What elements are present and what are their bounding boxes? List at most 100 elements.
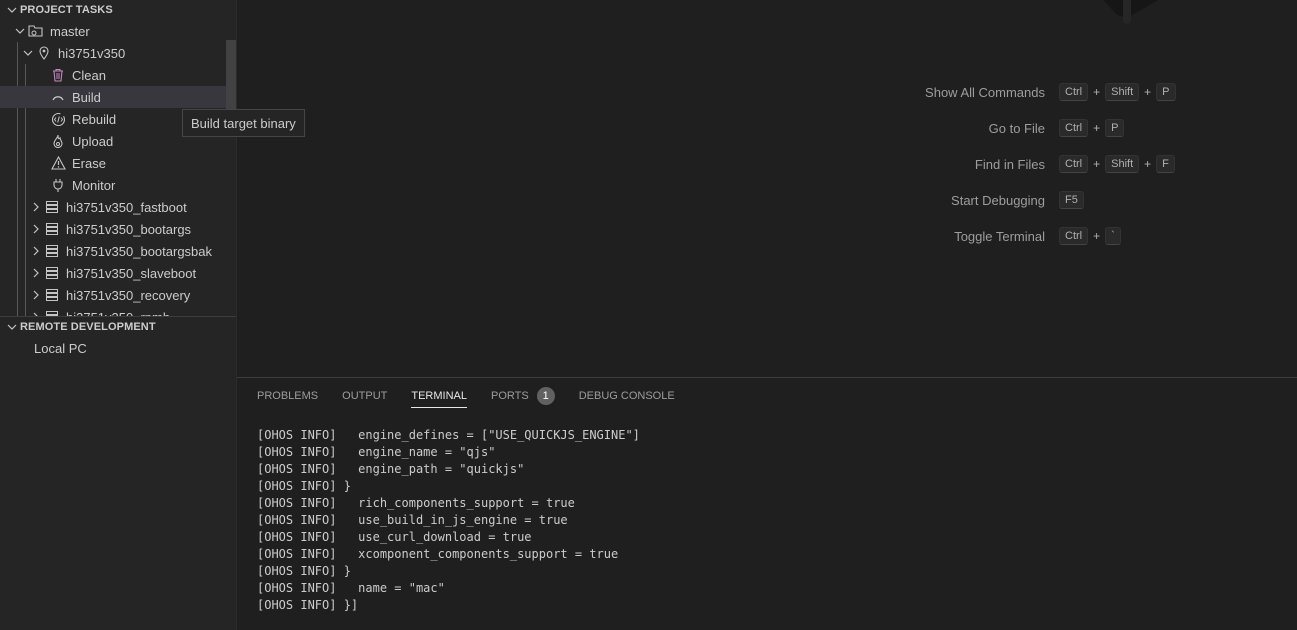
trash-icon: [50, 67, 66, 83]
section-title: PROJECT TASKS: [20, 4, 113, 16]
tooltip: Build target binary: [182, 109, 305, 137]
tab-label: PROBLEMS: [257, 390, 319, 402]
count-badge: 1: [536, 387, 555, 405]
task-erase[interactable]: Erase: [0, 152, 236, 174]
keycap: Ctrl: [1059, 155, 1089, 173]
shortcut-keys: F5: [1059, 191, 1084, 209]
chevron-right-icon[interactable]: [28, 240, 44, 262]
keycap: Ctrl: [1059, 119, 1089, 137]
plus-separator: +: [1093, 229, 1101, 243]
tree-item-partition[interactable]: hi3751v350_fastboot: [0, 196, 236, 218]
project-tasks-header[interactable]: PROJECT TASKS: [0, 0, 236, 20]
tab-label: PORTS: [491, 390, 529, 402]
tree-item-partition[interactable]: hi3751v350_recovery: [0, 284, 236, 306]
chevron-right-icon[interactable]: [28, 218, 44, 240]
tab-problems[interactable]: PROBLEMS: [257, 386, 318, 406]
editor-area: Show All Commands Ctrl + Shift + P Go to File C…: [237, 0, 1297, 377]
tree-item-board[interactable]: hi3751v350: [0, 42, 236, 64]
vscode-logo-watermark: [1103, 0, 1159, 24]
shortcut-label: Find in Files: [974, 156, 1045, 172]
keycap: `: [1105, 227, 1121, 245]
remote-development-header[interactable]: REMOTE DEVELOPMENT: [0, 317, 236, 337]
partition-table-icon: [44, 265, 60, 281]
section-title: REMOTE DEVELOPMENT: [20, 321, 156, 333]
sidebar: PROJECT TASKS master hi3751v350 Clean Bu…: [0, 0, 237, 630]
shortcut-keys: Ctrl + Shift + P: [1059, 83, 1176, 101]
shortcut-keys: Ctrl + P: [1059, 119, 1125, 137]
terminal-line: [OHOS INFO] engine_defines = ["USE_QUICK…: [257, 428, 640, 442]
shortcut-label: Go to File: [988, 120, 1045, 136]
terminal-line: [OHOS INFO] name = "mac": [257, 581, 445, 595]
tab-ports[interactable]: PORTS 1: [491, 386, 555, 406]
tree-item-master[interactable]: master: [0, 20, 236, 42]
terminal-line: [OHOS INFO] }: [257, 479, 351, 493]
plus-separator: +: [1093, 157, 1101, 171]
keycap: F5: [1059, 191, 1084, 209]
terminal-line: [OHOS INFO] engine_name = "qjs": [257, 445, 496, 459]
loading-arc-icon: [50, 89, 66, 105]
partition-label: hi3751v350_bootargsbak: [66, 243, 213, 259]
plus-separator: +: [1144, 85, 1152, 99]
terminal-line: [OHOS INFO] rich_components_support = tr…: [257, 496, 575, 510]
tree-item-partition[interactable]: hi3751v350_slaveboot: [0, 262, 236, 284]
keycap: F: [1156, 155, 1175, 173]
chevron-down-icon: [4, 5, 20, 15]
terminal-line: [OHOS INFO] use_build_in_js_engine = tru…: [257, 513, 568, 527]
keycap: Ctrl: [1059, 227, 1089, 245]
keycap: Shift: [1105, 155, 1140, 173]
terminal-line: [OHOS INFO] use_curl_download = true: [257, 530, 532, 544]
shortcut-list: Show All Commands Ctrl + Shift + P Go to File C…: [877, 80, 1176, 260]
plus-separator: +: [1093, 85, 1101, 99]
tab-label: TERMINAL: [411, 390, 467, 402]
keycap: Shift: [1105, 83, 1140, 101]
tree-item-partition[interactable]: hi3751v350_bootargs: [0, 218, 236, 240]
plug-icon: [50, 177, 66, 193]
terminal-line: [OHOS INFO] }]: [257, 598, 359, 612]
shortcut-label: Toggle Terminal: [954, 228, 1045, 244]
tree-item-partition[interactable]: hi3751v350_bootargsbak: [0, 240, 236, 262]
location-pin-icon: [36, 45, 52, 61]
shortcut-label: Show All Commands: [925, 84, 1045, 100]
tab-label: DEBUG CONSOLE: [578, 390, 675, 402]
shortcut-row[interactable]: Go to File Ctrl + P: [877, 116, 1176, 140]
chevron-down-icon[interactable]: [20, 42, 36, 64]
plus-separator: +: [1093, 121, 1101, 135]
tab-output[interactable]: OUTPUT: [342, 386, 387, 406]
tooltip-text: Build target binary: [191, 115, 296, 131]
terminal-line: [OHOS INFO] engine_path = "quickjs": [257, 462, 525, 476]
terminal-output[interactable]: [OHOS INFO] engine_defines = ["USE_QUICK…: [257, 427, 640, 614]
shortcut-row[interactable]: Find in Files Ctrl + Shift + F: [877, 152, 1176, 176]
terminal-line: [OHOS INFO] }: [257, 564, 351, 578]
tree-item-partition[interactable]: hi3751v350_rpmb: [0, 306, 236, 316]
chevron-down-icon: [4, 322, 20, 332]
shortcut-row[interactable]: Start Debugging F5: [877, 188, 1176, 212]
chevron-right-icon[interactable]: [28, 306, 44, 316]
tab-debug-console[interactable]: DEBUG CONSOLE: [579, 386, 675, 406]
warning-icon: [50, 155, 66, 171]
partition-label: hi3751v350_bootargs: [66, 221, 192, 237]
remote-item-local-pc[interactable]: Local PC: [0, 337, 236, 359]
partition-table-icon: [44, 221, 60, 237]
partition-label: hi3751v350_rpmb: [66, 310, 170, 317]
shortcut-row[interactable]: Show All Commands Ctrl + Shift + P: [877, 80, 1176, 104]
chevron-right-icon[interactable]: [28, 262, 44, 284]
tab-terminal[interactable]: TERMINAL: [411, 386, 467, 408]
shortcut-row[interactable]: Toggle Terminal Ctrl + `: [877, 224, 1176, 248]
keycap: P: [1156, 83, 1176, 101]
partition-label: hi3751v350_fastboot: [66, 199, 187, 215]
task-build[interactable]: Build: [0, 86, 236, 108]
chevron-right-icon[interactable]: [28, 196, 44, 218]
partition-table-icon: [44, 199, 60, 215]
task-monitor[interactable]: Monitor: [0, 174, 236, 196]
partition-label: hi3751v350_slaveboot: [66, 265, 197, 281]
flame-icon: [50, 133, 66, 149]
code-circle-icon: [50, 111, 66, 127]
project-tasks-tree: master hi3751v350 Clean Build Rebuild Up…: [0, 20, 236, 316]
chevron-down-icon[interactable]: [12, 20, 28, 42]
partition-table-icon: [44, 309, 60, 316]
task-clean[interactable]: Clean: [0, 64, 236, 86]
partition-table-icon: [44, 287, 60, 303]
remote-item-label: Local PC: [34, 340, 87, 356]
chevron-right-icon[interactable]: [28, 284, 44, 306]
plus-separator: +: [1144, 157, 1152, 171]
